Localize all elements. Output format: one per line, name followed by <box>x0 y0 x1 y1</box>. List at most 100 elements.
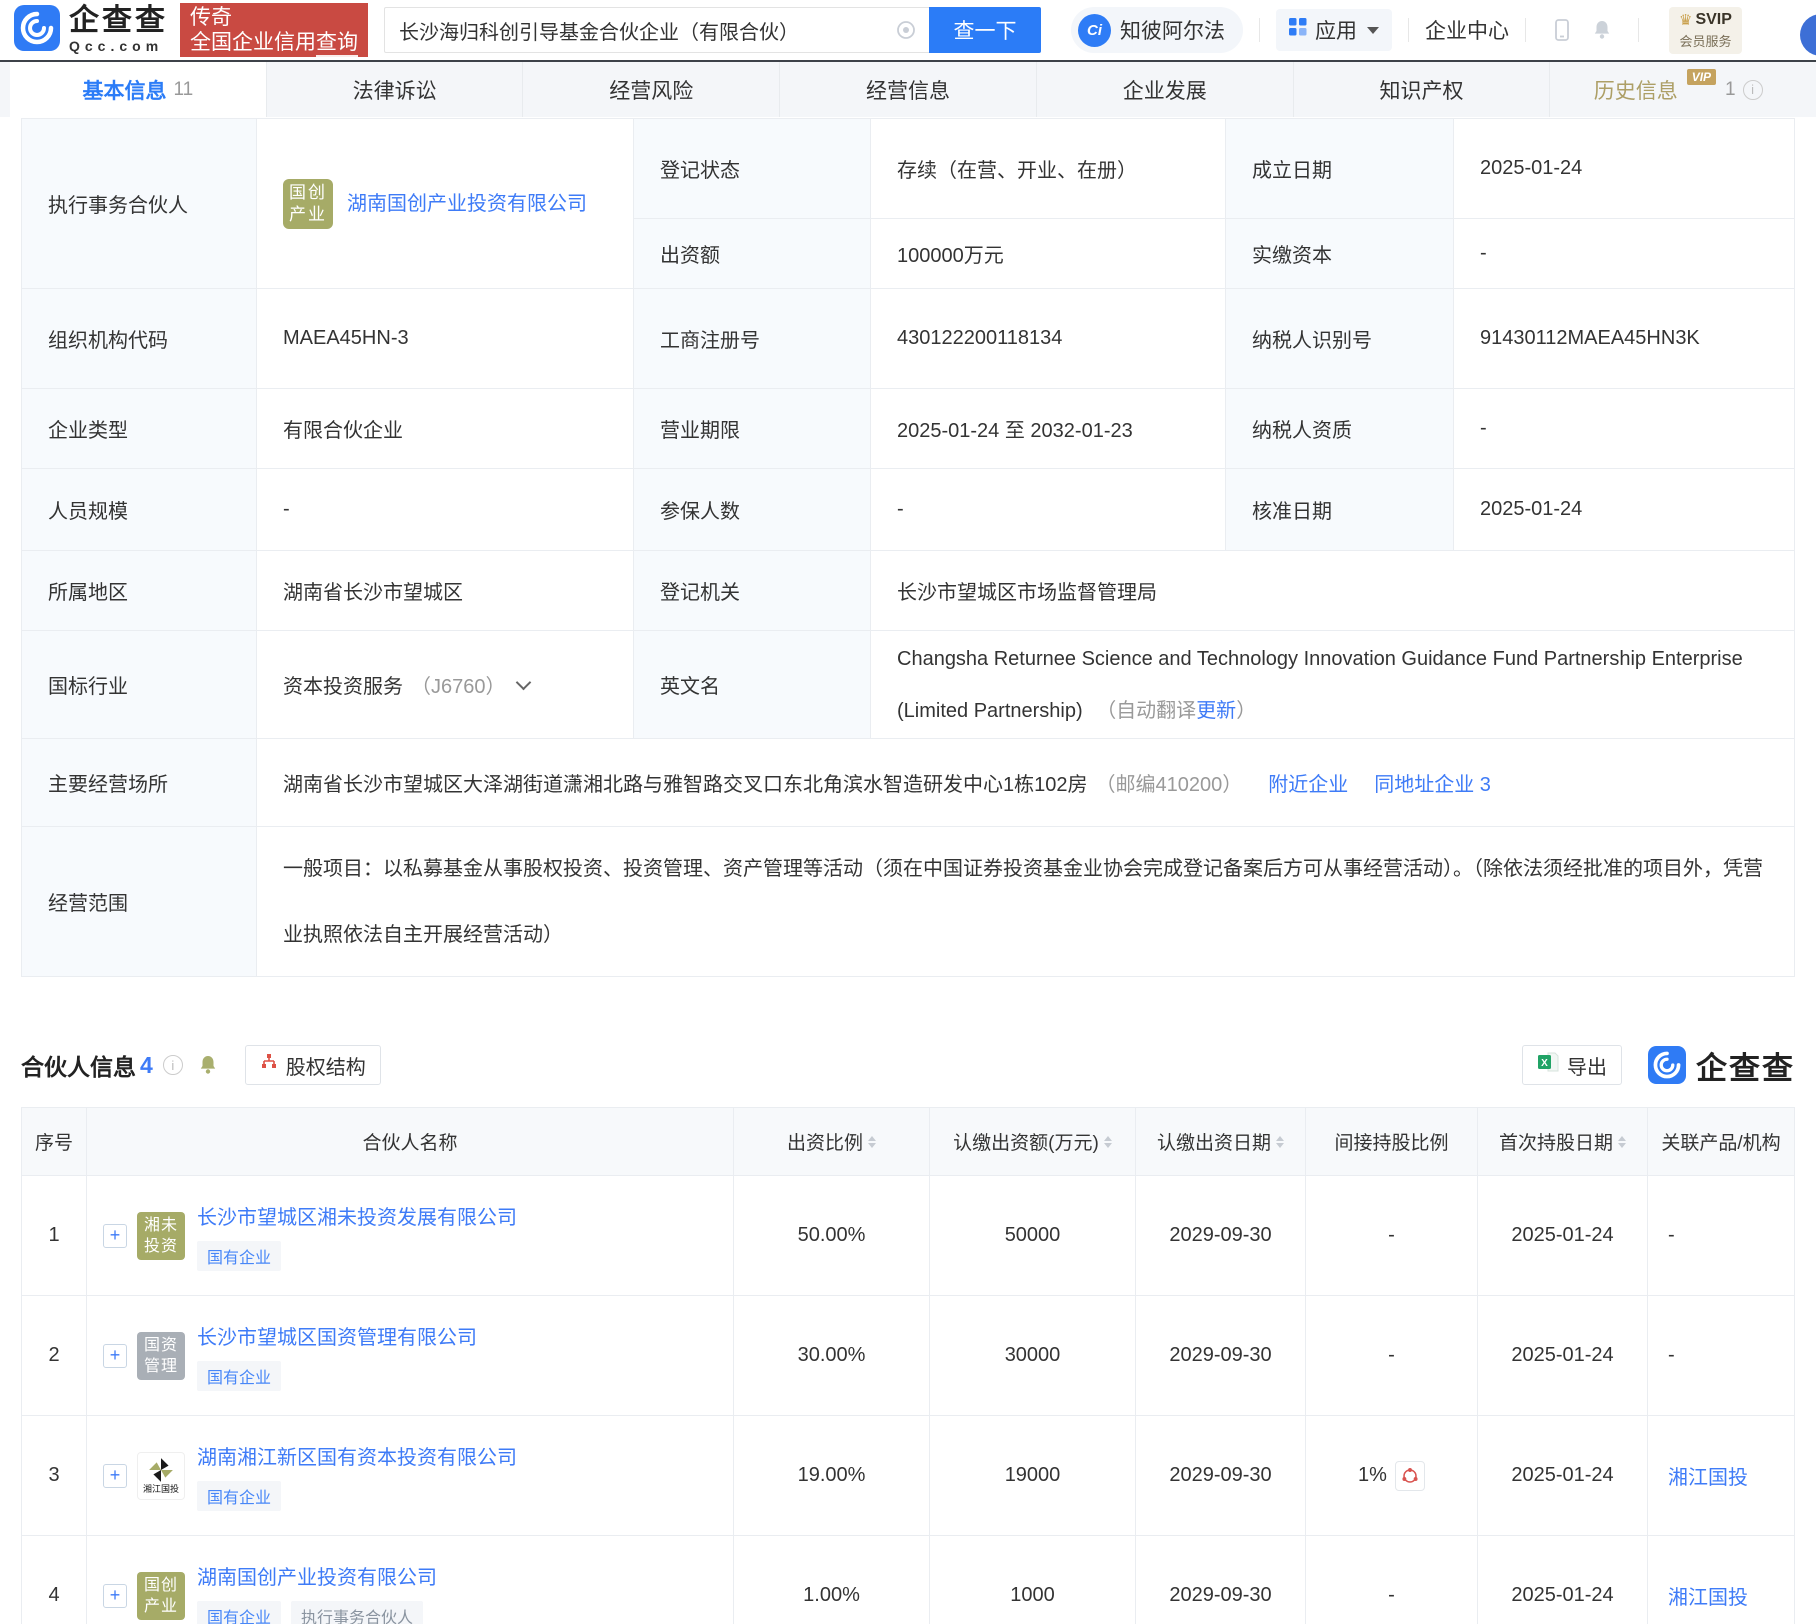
partner-ratio: 19.00% <box>734 1416 930 1536</box>
mobile-app-icon[interactable] <box>1551 18 1573 42</box>
promo-banner[interactable]: 传奇 全国企业信用查询 <box>180 3 368 57</box>
tab-bar: 基本信息 11 法律诉讼 经营风险 经营信息 企业发展 知识产权 历史信息 VI… <box>0 62 1816 117</box>
tab-risk[interactable]: 经营风险 <box>523 62 780 117</box>
exec-partner-link[interactable]: 湖南国创产业投资有限公司 <box>347 187 599 221</box>
field-label-en-name: 英文名 <box>634 631 871 739</box>
tab-legal[interactable]: 法律诉讼 <box>267 62 524 117</box>
field-value-exec-partner: 国创产业 湖南国创产业投资有限公司 <box>257 119 634 289</box>
partner-name-link[interactable]: 湖南国创产业投资有限公司 <box>197 1561 437 1590</box>
monitor-bell-icon[interactable] <box>197 1054 219 1076</box>
info-icon[interactable]: i <box>1743 80 1763 100</box>
field-label-scope: 经营范围 <box>22 827 257 977</box>
partner-amount: 1000 <box>930 1536 1136 1624</box>
info-icon[interactable]: i <box>163 1055 183 1075</box>
chevron-down-icon <box>1367 27 1379 34</box>
divider <box>1259 18 1260 42</box>
notification-bell-icon[interactable] <box>1591 19 1613 41</box>
field-value-industry: 资本投资服务 （J6760） <box>257 631 634 739</box>
field-value-reg-no: 430122200118134 <box>871 289 1226 389</box>
tag-state-owned[interactable]: 国有企业 <box>197 1481 281 1511</box>
partner-name-link[interactable]: 湖南湘江新区国有资本投资有限公司 <box>197 1441 517 1470</box>
crown-icon <box>1679 11 1692 30</box>
partner-logo-badge: 湘未投资 <box>137 1212 185 1260</box>
sort-icons[interactable] <box>868 1136 876 1148</box>
svip-badge[interactable]: SVIP 会员服务 <box>1669 7 1742 54</box>
vip-badge: VIP <box>1687 69 1716 85</box>
equity-structure-button[interactable]: 股权结构 <box>245 1045 381 1085</box>
excel-icon: X <box>1537 1051 1559 1079</box>
field-value-org-code: MAEA45HN-3 <box>257 289 634 389</box>
search-bar: 查一下 <box>384 7 1041 53</box>
partner-row-name-cell: 国创产业 湖南国创产业投资有限公司 国有企业 执行事务合伙人 <box>87 1536 734 1624</box>
zhibi-alpha-entry[interactable]: Ci 知彼阿尔法 <box>1071 7 1243 53</box>
tab-operation[interactable]: 经营信息 <box>780 62 1037 117</box>
column-header-ratio[interactable]: 出资比例 <box>734 1108 930 1176</box>
expand-button[interactable] <box>103 1224 127 1248</box>
chevron-down-icon[interactable] <box>515 674 531 690</box>
column-header-date[interactable]: 认缴出资日期 <box>1136 1108 1306 1176</box>
column-header-indirect: 间接持股比例 <box>1306 1108 1478 1176</box>
tag-exec-partner[interactable]: 执行事务合伙人 <box>291 1601 423 1624</box>
tab-history[interactable]: 历史信息 VIP 1 i <box>1550 62 1806 117</box>
tab-basic-info[interactable]: 基本信息 11 <box>10 62 267 117</box>
divider <box>1525 18 1526 42</box>
partner-name-link[interactable]: 长沙市望城区湘未投资发展有限公司 <box>197 1201 517 1230</box>
partners-count: 4 <box>140 1052 153 1079</box>
apps-grid-icon <box>1289 18 1307 42</box>
related-product-link[interactable]: 湘江国投 <box>1668 1461 1748 1490</box>
expand-button[interactable] <box>103 1584 127 1608</box>
partner-amount: 19000 <box>930 1416 1136 1536</box>
field-label-address: 主要经营场所 <box>22 739 257 827</box>
equity-penetration-icon[interactable] <box>1395 1461 1425 1491</box>
partner-amount: 30000 <box>930 1296 1136 1416</box>
apps-menu[interactable]: 应用 <box>1276 9 1392 51</box>
related-product-link[interactable]: 湘江国投 <box>1668 1581 1748 1610</box>
search-button[interactable]: 查一下 <box>929 7 1041 53</box>
enterprise-center-link[interactable]: 企业中心 <box>1425 15 1509 45</box>
tab-development[interactable]: 企业发展 <box>1037 62 1294 117</box>
partner-related-cell: 湘江国投 <box>1648 1536 1795 1624</box>
partner-first-date: 2025-01-24 <box>1478 1296 1648 1416</box>
promo-line1: 传奇 <box>190 5 358 30</box>
sort-icons[interactable] <box>1276 1136 1284 1148</box>
industry-code: （J6760） <box>411 670 506 699</box>
tag-state-owned[interactable]: 国有企业 <box>197 1601 281 1624</box>
column-header-first-date[interactable]: 首次持股日期 <box>1478 1108 1648 1176</box>
translate-update-link[interactable]: 更新 <box>1196 700 1236 722</box>
expand-button[interactable] <box>103 1344 127 1368</box>
partner-indirect: - <box>1306 1536 1478 1624</box>
field-label-area: 所属地区 <box>22 551 257 631</box>
partner-row-no: 4 <box>22 1536 87 1624</box>
divider <box>1638 18 1639 42</box>
partner-name-link[interactable]: 长沙市望城区国资管理有限公司 <box>197 1321 477 1350</box>
tab-ip[interactable]: 知识产权 <box>1294 62 1551 117</box>
field-label-insured: 参保人数 <box>634 469 871 551</box>
tag-state-owned[interactable]: 国有企业 <box>197 1361 281 1391</box>
tag-state-owned[interactable]: 国有企业 <box>197 1241 281 1271</box>
search-input[interactable] <box>384 7 929 53</box>
nearby-companies-link[interactable]: 附近企业 <box>1268 768 1348 797</box>
zhibi-alpha-icon: Ci <box>1078 14 1111 47</box>
field-label-approval-date: 核准日期 <box>1226 469 1454 551</box>
field-value-capital: 100000万元 <box>871 219 1226 289</box>
partner-indirect-cell: 1% <box>1306 1416 1478 1536</box>
sort-icons[interactable] <box>1618 1136 1626 1148</box>
field-value-scope: 一般项目：以私募基金从事股权投资、投资管理、资产管理等活动（须在中国证券投资基金… <box>257 827 1795 977</box>
field-value-authority: 长沙市望城区市场监督管理局 <box>871 551 1795 631</box>
same-address-companies-link[interactable]: 同地址企业 3 <box>1374 768 1491 797</box>
sort-icons[interactable] <box>1104 1136 1112 1148</box>
expand-button[interactable] <box>103 1464 127 1488</box>
field-value-company-type: 有限合伙企业 <box>257 389 634 469</box>
partner-row-no: 1 <box>22 1176 87 1296</box>
apps-label: 应用 <box>1315 15 1357 45</box>
image-search-icon[interactable] <box>895 19 917 46</box>
column-header-amount[interactable]: 认缴出资额(万元) <box>930 1108 1136 1176</box>
floating-widget[interactable] <box>1800 14 1816 56</box>
qcc-logo[interactable]: 企查查 Qcc.com <box>14 5 168 56</box>
main-content: 执行事务合伙人 国创产业 湖南国创产业投资有限公司 登记状态 存续（在营、开业、… <box>0 118 1816 1624</box>
tab-label: 经营风险 <box>609 75 693 105</box>
export-button[interactable]: X 导出 <box>1522 1045 1622 1085</box>
field-label-industry: 国标行业 <box>22 631 257 739</box>
partner-row-name-cell: 国资管理 长沙市望城区国资管理有限公司 国有企业 <box>87 1296 734 1416</box>
tab-label: 基本信息 <box>82 75 166 105</box>
